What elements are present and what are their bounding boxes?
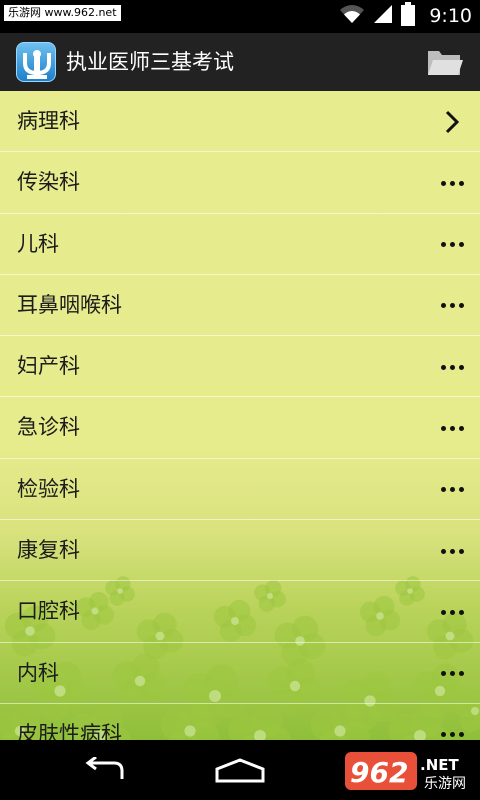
more-dots-icon[interactable] — [436, 719, 468, 740]
list-item-label: 内科 — [17, 660, 59, 685]
list-item[interactable]: 皮肤性病科 — [0, 704, 480, 740]
more-dots-icon[interactable] — [436, 474, 468, 506]
watermark-logo: 962 .NET 乐游网 — [344, 748, 476, 794]
navigation-bar: 962 .NET 乐游网 — [0, 740, 480, 800]
more-dots-icon[interactable] — [436, 290, 468, 322]
list-item-label: 康复科 — [17, 538, 80, 563]
list-item[interactable]: 病理科 — [0, 91, 480, 153]
watermark-suffix: .NET — [420, 756, 459, 774]
category-list: 病理科传染科儿科耳鼻咽喉科妇产科急诊科检验科康复科口腔科内科皮肤性病科 — [0, 91, 480, 740]
list-item[interactable]: 康复科 — [0, 520, 480, 582]
back-icon[interactable] — [76, 752, 136, 788]
list-item[interactable]: 内科 — [0, 643, 480, 704]
more-dots-icon[interactable] — [436, 229, 468, 261]
status-bar: 乐游网 www.962.net 9:10 — [0, 0, 480, 33]
action-bar: 执业医师三基考试 — [0, 33, 480, 91]
more-dots-icon[interactable] — [436, 535, 468, 567]
status-icons: 9:10 — [339, 2, 472, 30]
more-dots-icon[interactable] — [436, 351, 468, 383]
battery-icon — [401, 2, 416, 30]
list-item[interactable]: 急诊科 — [0, 397, 480, 459]
more-dots-icon[interactable] — [436, 167, 468, 199]
more-dots-icon[interactable] — [436, 596, 468, 628]
watermark-cn: 乐游网 — [424, 776, 466, 792]
list-item[interactable]: 检验科 — [0, 459, 480, 521]
list-item-label: 传染科 — [17, 170, 80, 195]
app-logo-icon[interactable] — [16, 42, 56, 82]
list-item-label: 病理科 — [17, 109, 80, 133]
list-item-label: 儿科 — [17, 231, 59, 256]
home-icon[interactable] — [210, 752, 270, 788]
wifi-icon — [339, 3, 365, 29]
watermark-text: 乐游网 www.962.net — [4, 5, 121, 21]
list-item[interactable]: 耳鼻咽喉科 — [0, 275, 480, 337]
more-dots-icon[interactable] — [436, 658, 468, 690]
clock: 9:10 — [429, 5, 472, 27]
signal-icon — [373, 3, 393, 29]
app-title: 执业医师三基考试 — [66, 50, 234, 74]
chevron-right-icon[interactable] — [436, 106, 468, 138]
watermark-number: 962 — [350, 756, 408, 789]
more-dots-icon[interactable] — [436, 412, 468, 444]
list-item-label: 妇产科 — [17, 354, 80, 379]
category-list-panel: 病理科传染科儿科耳鼻咽喉科妇产科急诊科检验科康复科口腔科内科皮肤性病科 — [0, 91, 480, 740]
list-item[interactable]: 儿科 — [0, 214, 480, 275]
list-item-label: 耳鼻咽喉科 — [17, 292, 122, 317]
list-item[interactable]: 传染科 — [0, 152, 480, 214]
list-item[interactable]: 妇产科 — [0, 336, 480, 398]
list-item-label: 口腔科 — [17, 599, 80, 624]
list-item-label: 皮肤性病科 — [17, 721, 122, 740]
list-item-label: 检验科 — [17, 476, 80, 501]
list-item-label: 急诊科 — [17, 415, 80, 440]
folder-icon[interactable] — [426, 45, 464, 79]
list-item[interactable]: 口腔科 — [0, 581, 480, 643]
